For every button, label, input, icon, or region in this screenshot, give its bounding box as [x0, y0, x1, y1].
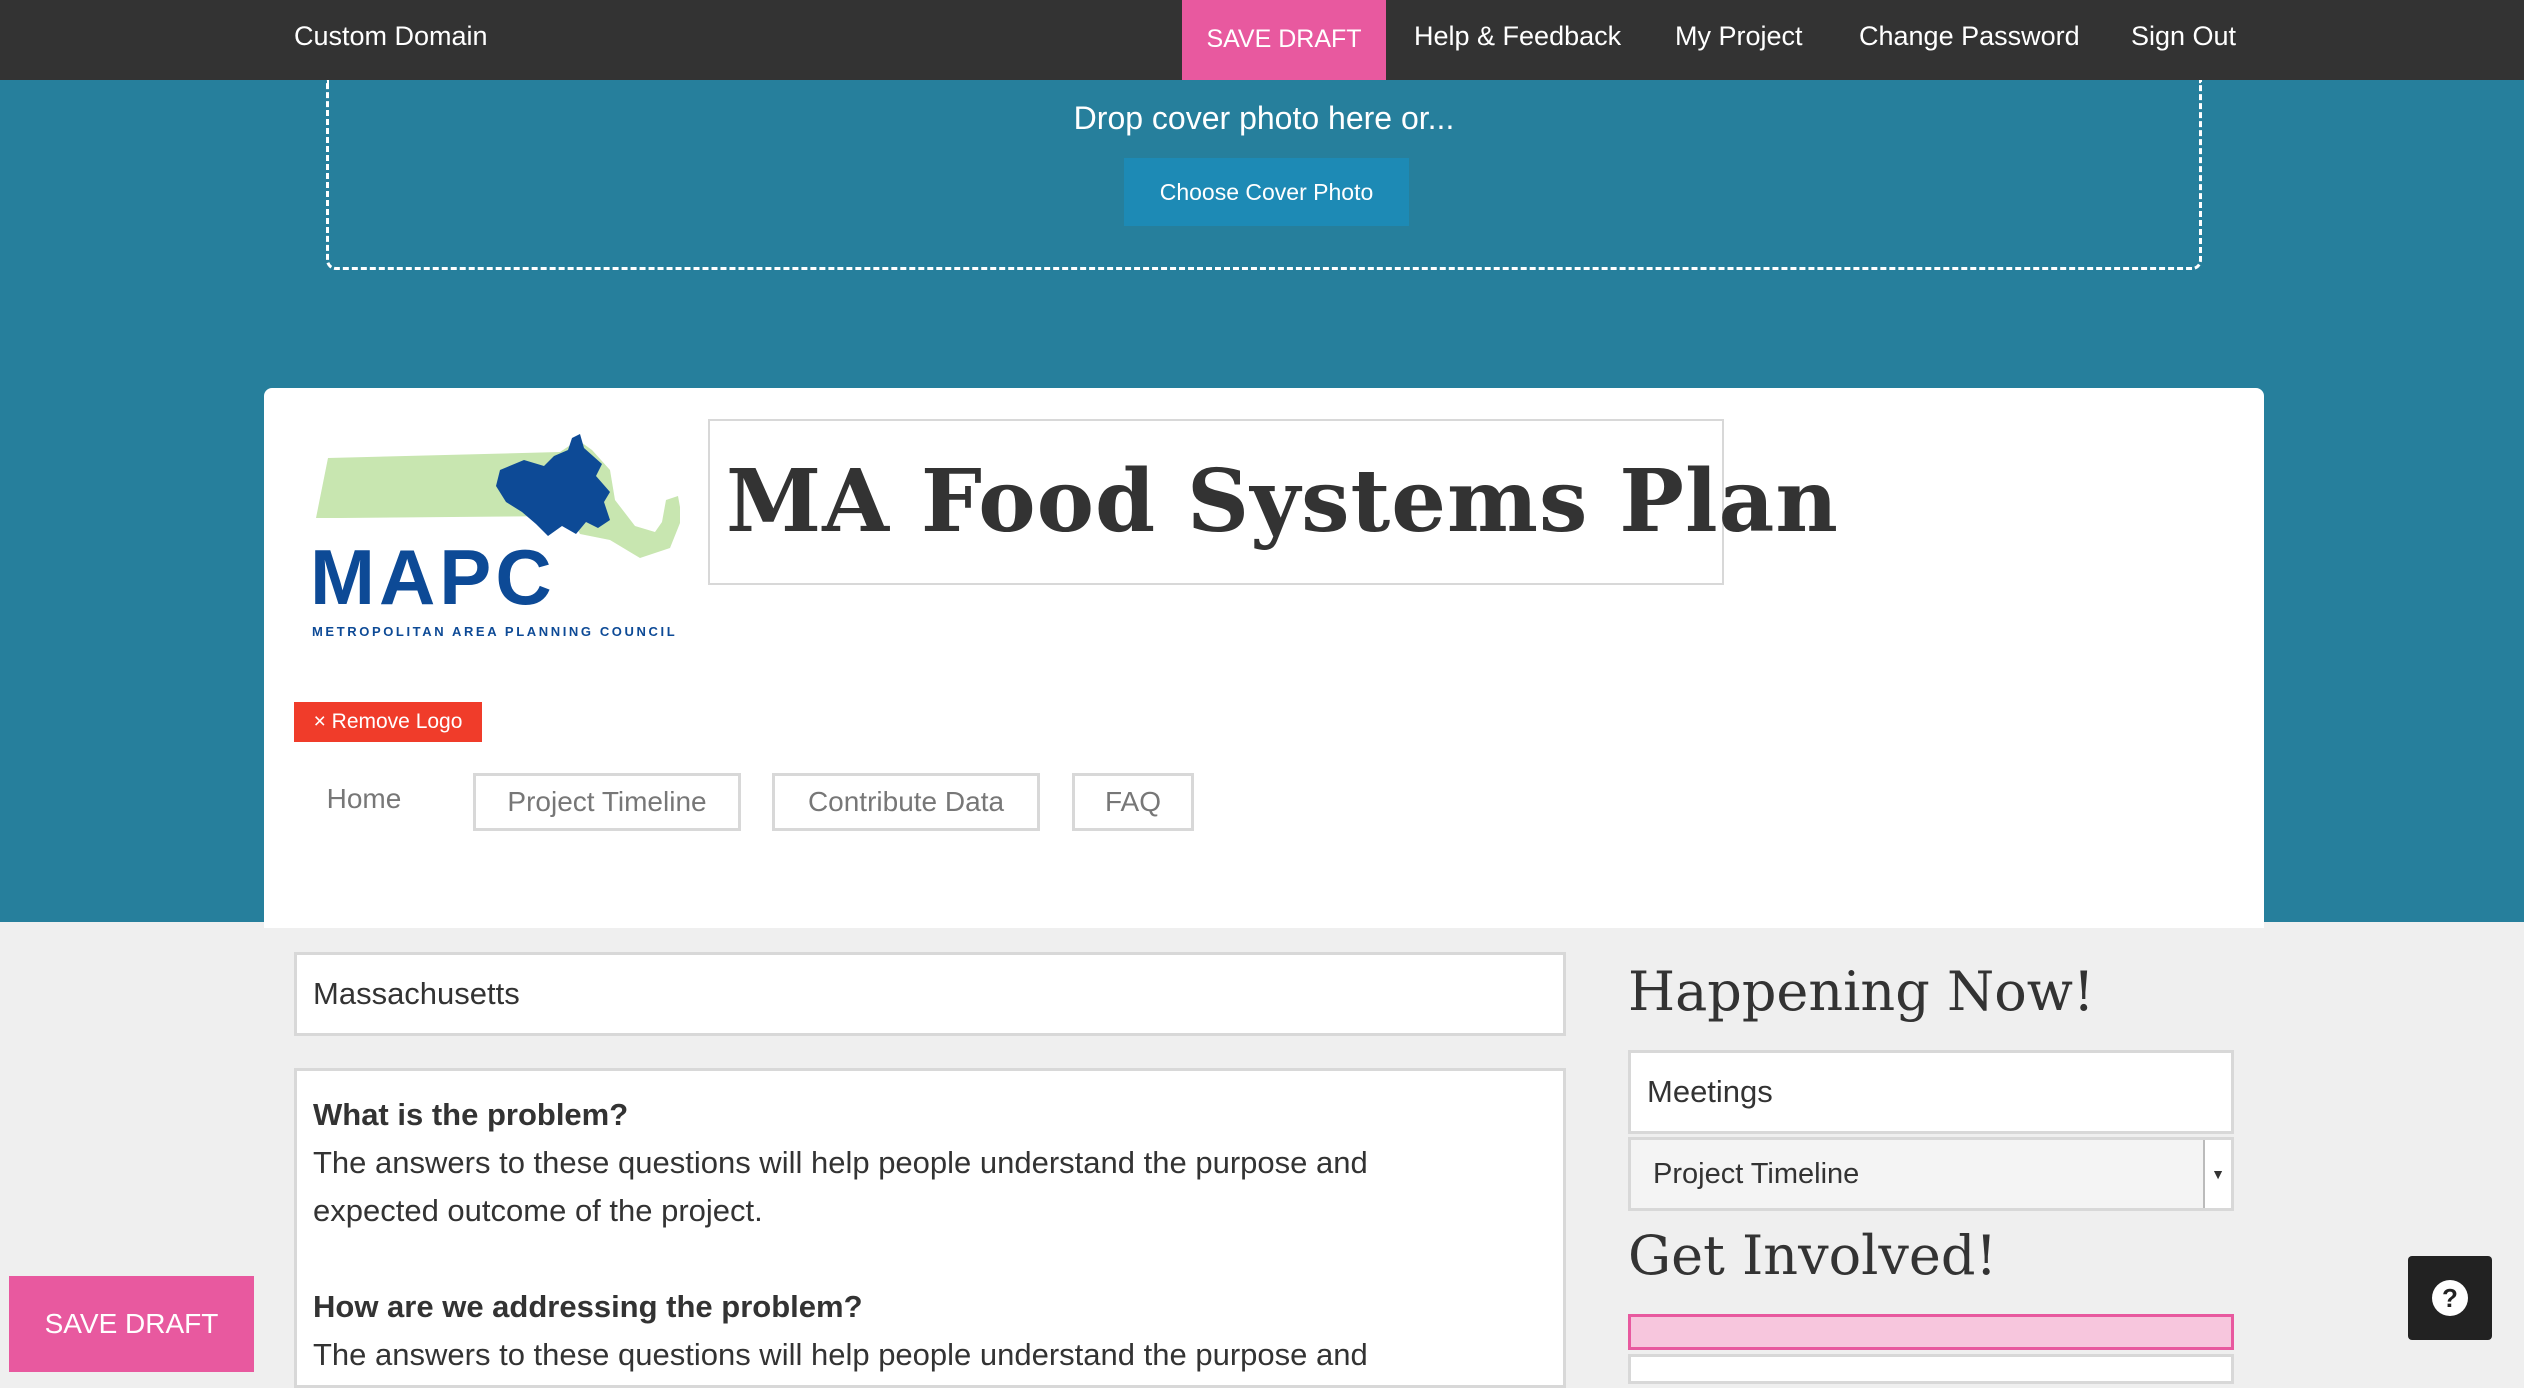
main-content: Massachusetts What is the problem? The a…	[0, 922, 2524, 1388]
logo-subtitle: METROPOLITAN AREA PLANNING COUNCIL	[312, 624, 677, 639]
tab-faq[interactable]: FAQ	[1072, 773, 1194, 831]
project-title-field[interactable]: MA Food Systems Plan	[708, 419, 1838, 585]
problem-answer-line-1: The answers to these questions will help…	[313, 1145, 1368, 1180]
choose-cover-photo-button[interactable]: Choose Cover Photo	[1124, 158, 1409, 226]
project-description-editor[interactable]: What is the problem? The answers to thes…	[294, 1068, 1566, 1388]
happening-now-heading: Happening Now!	[1628, 960, 2095, 1023]
get-involved-heading: Get Involved!	[1628, 1224, 1998, 1287]
timeline-select-value: Project Timeline	[1653, 1158, 1860, 1190]
secondary-input[interactable]	[1628, 1354, 2234, 1384]
cover-photo-dropzone[interactable]: Drop cover photo here or... Choose Cover…	[326, 80, 2202, 270]
caret-down-icon[interactable]: ▼	[2203, 1140, 2231, 1208]
tab-project-timeline[interactable]: Project Timeline	[473, 773, 741, 831]
timeline-select[interactable]: Project Timeline ▼	[1628, 1137, 2234, 1211]
meetings-field[interactable]: Meetings	[1628, 1050, 2234, 1134]
sign-out-link[interactable]: Sign Out	[2131, 0, 2236, 80]
remove-logo-button[interactable]: × Remove Logo	[294, 702, 482, 742]
top-navigation-bar: Custom Domain SAVE DRAFT Help & Feedback…	[0, 0, 2524, 80]
problem-answer-line-2: expected outcome of the project.	[313, 1193, 763, 1228]
tab-home[interactable]: Home	[304, 773, 424, 831]
tab-contribute-data[interactable]: Contribute Data	[772, 773, 1040, 831]
mapc-logo: MAPC METROPOLITAN AREA PLANNING COUNCIL	[310, 430, 682, 640]
project-header-card: MAPC METROPOLITAN AREA PLANNING COUNCIL …	[264, 388, 2264, 928]
project-title: MA Food Systems Plan	[726, 451, 1839, 552]
get-involved-input[interactable]	[1628, 1314, 2234, 1350]
approach-question: How are we addressing the problem?	[313, 1289, 863, 1324]
drop-cover-text: Drop cover photo here or...	[1073, 100, 1455, 136]
problem-question: What is the problem?	[313, 1097, 629, 1132]
save-draft-button-top[interactable]: SAVE DRAFT	[1182, 0, 1386, 80]
svg-text:?: ?	[2442, 1283, 2458, 1313]
logo-text: MAPC	[310, 533, 556, 621]
location-field[interactable]: Massachusetts	[294, 952, 1566, 1036]
approach-answer-line-1: The answers to these questions will help…	[313, 1337, 1368, 1372]
change-password-link[interactable]: Change Password	[1859, 0, 2080, 80]
my-project-link[interactable]: My Project	[1675, 0, 1803, 80]
save-draft-button-bottom[interactable]: SAVE DRAFT	[9, 1276, 254, 1372]
custom-domain-link[interactable]: Custom Domain	[294, 0, 488, 80]
help-button[interactable]: ?	[2408, 1256, 2492, 1340]
help-feedback-link[interactable]: Help & Feedback	[1414, 0, 1621, 80]
question-circle-icon: ?	[2432, 1280, 2468, 1316]
massachusetts-map-icon: MAPC METROPOLITAN AREA PLANNING COUNCIL	[310, 434, 682, 639]
